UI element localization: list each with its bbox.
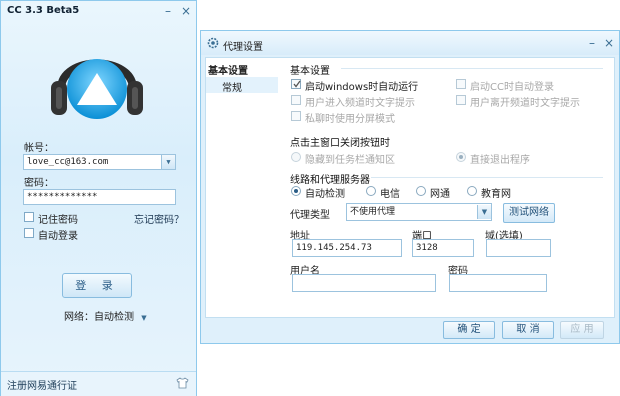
chevron-down-icon: ▼	[141, 314, 147, 322]
proxy-type-value: 不使用代理	[350, 207, 396, 217]
proxy-password-input[interactable]	[449, 274, 547, 292]
exit-directly-radio[interactable]	[456, 152, 466, 162]
auto-login-label: 自动登录	[38, 231, 78, 242]
password-value: *************	[27, 192, 98, 202]
password-input[interactable]: *************	[23, 189, 176, 205]
network-label: 网络：自动检测	[64, 312, 134, 323]
apply-button[interactable]: 应 用	[560, 321, 604, 339]
account-label: 帐号：	[24, 143, 54, 154]
line-edu-radio[interactable]	[467, 186, 477, 196]
private-split-label: 私聊时使用分屏模式	[305, 114, 395, 125]
hide-to-tray-radio[interactable]	[291, 152, 301, 162]
shirt-icon[interactable]	[176, 377, 189, 389]
channel-leave-checkbox[interactable]	[456, 95, 466, 105]
line-auto-radio[interactable]	[291, 186, 301, 196]
remember-password-label: 记住密码	[38, 215, 78, 226]
app-title: CC 3.3 Beta5	[7, 5, 80, 16]
login-button[interactable]: 登 录	[62, 273, 132, 298]
checkmark-icon	[293, 80, 301, 88]
dialog-title: 代理设置	[223, 42, 263, 53]
account-dropdown-icon[interactable]: ▼	[161, 155, 175, 169]
line-telecom-radio[interactable]	[366, 186, 376, 196]
auto-login-cc-checkbox[interactable]	[456, 79, 466, 89]
divider	[371, 177, 603, 178]
register-link[interactable]: 注册网易通行证	[7, 377, 77, 392]
forgot-password-link[interactable]: 忘记密码？	[134, 211, 184, 226]
line-netcom-radio[interactable]	[416, 186, 426, 196]
line-telecom-label: 电信	[380, 189, 400, 200]
chevron-down-icon[interactable]: ▼	[477, 205, 491, 219]
settings-nav: 基本设置 常规	[206, 60, 280, 96]
remember-password-checkbox[interactable]	[24, 212, 34, 222]
address-value: 119.145.254.73	[296, 243, 372, 253]
proxy-dialog: 代理设置 – × 基本设置 常规 基本设置 启动windows时自动运行 启动C…	[200, 30, 620, 344]
address-input[interactable]: 119.145.254.73	[292, 239, 402, 257]
private-split-checkbox[interactable]	[291, 111, 301, 121]
minimize-icon[interactable]: –	[585, 36, 599, 50]
line-edu-label: 教育网	[481, 189, 511, 200]
domain-input[interactable]	[486, 239, 551, 257]
nav-item-general[interactable]: 常规	[222, 79, 242, 94]
headphone-logo-icon	[51, 59, 143, 119]
close-icon[interactable]: ×	[179, 4, 193, 18]
line-netcom-label: 网通	[430, 189, 450, 200]
gear-icon	[207, 37, 219, 49]
account-input[interactable]: love_cc@163.com ▼	[23, 154, 176, 170]
line-heading: 线路和代理服务器	[290, 175, 370, 186]
channel-enter-checkbox[interactable]	[291, 95, 301, 105]
auto-login-checkbox[interactable]	[24, 228, 34, 238]
close-icon[interactable]: ×	[602, 36, 616, 50]
line-auto-label: 自动检测	[305, 189, 345, 200]
settings-pane: 基本设置 常规 基本设置 启动windows时自动运行 启动CC时自动登录 用户…	[205, 57, 615, 318]
password-label: 密码：	[24, 178, 54, 189]
basic-heading: 基本设置	[290, 66, 330, 77]
nav-group-basic[interactable]: 基本设置	[208, 62, 278, 77]
test-network-button[interactable]: 测试网络	[503, 203, 555, 223]
channel-leave-label: 用户离开频道时文字提示	[470, 98, 580, 109]
autostart-label: 启动windows时自动运行	[305, 82, 419, 93]
minimize-icon[interactable]: –	[161, 4, 175, 18]
port-input[interactable]: 3128	[412, 239, 474, 257]
autostart-checkbox[interactable]	[291, 79, 301, 89]
channel-enter-label: 用户进入频道时文字提示	[305, 98, 415, 109]
close-heading: 点击主窗口关闭按钮时	[290, 138, 390, 149]
divider	[341, 68, 603, 69]
exit-directly-label: 直接退出程序	[470, 155, 530, 166]
cancel-button[interactable]: 取 消	[502, 321, 554, 339]
username-input[interactable]	[292, 274, 436, 292]
ok-button[interactable]: 确 定	[443, 321, 495, 339]
proxy-type-select[interactable]: 不使用代理 ▼	[346, 203, 492, 221]
proxy-titlebar: 代理设置 – ×	[201, 31, 619, 55]
account-value: love_cc@163.com	[27, 157, 109, 167]
port-value: 3128	[416, 243, 438, 253]
network-selector[interactable]: 网络：自动检测 ▼	[64, 308, 147, 323]
login-window: CC 3.3 Beta5 – × 帐号： love_cc@163.com ▼ 密…	[0, 0, 197, 396]
auto-login-cc-label: 启动CC时自动登录	[470, 82, 554, 93]
login-statusbar: 注册网易通行证	[1, 371, 196, 396]
hide-to-tray-label: 隐藏到任务栏通知区	[305, 155, 395, 166]
login-titlebar: CC 3.3 Beta5 – ×	[1, 1, 196, 21]
proxy-type-label: 代理类型	[290, 210, 330, 221]
